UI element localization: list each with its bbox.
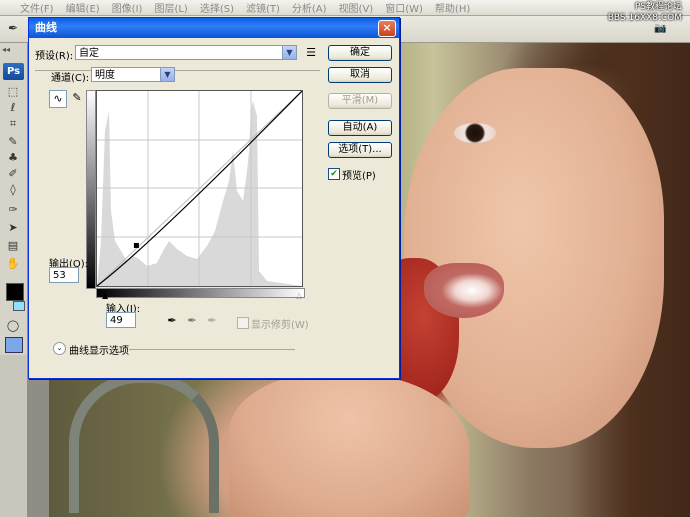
white-eyedropper-icon[interactable]: ✒ bbox=[204, 313, 220, 329]
ok-button[interactable]: 确定 bbox=[328, 45, 392, 61]
menu-select[interactable]: 选择(S) bbox=[194, 0, 240, 15]
pen-tool-icon[interactable]: ✑ bbox=[5, 203, 21, 217]
curve-graph[interactable] bbox=[96, 90, 303, 287]
white-point-slider-icon[interactable]: △ bbox=[296, 291, 302, 300]
marquee-tool-icon[interactable]: ⬚ bbox=[5, 85, 21, 99]
curve-display-options-label[interactable]: 曲线显示选项 bbox=[69, 342, 129, 357]
show-clipping-label: 显示修剪(W) bbox=[251, 320, 309, 331]
input-field[interactable]: 49 bbox=[106, 312, 136, 328]
crop-tool-icon[interactable]: ⌗ bbox=[5, 117, 21, 131]
toolbox: ◂◂ Ps ⬚ ℓ ⌗ ✎ ♣ ✐ ◊ ✑ ➤ ▤ ✋ ◯ bbox=[0, 43, 28, 355]
collapse-icon[interactable]: ◂◂ bbox=[2, 45, 10, 54]
menu-view[interactable]: 视图(V) bbox=[333, 0, 380, 15]
history-brush-icon[interactable]: ✐ bbox=[5, 167, 21, 181]
blur-tool-icon[interactable]: ◊ bbox=[5, 183, 21, 197]
menu-edit[interactable]: 编辑(E) bbox=[60, 0, 106, 15]
black-point-slider-icon[interactable]: ▲ bbox=[102, 291, 108, 300]
chevron-down-icon[interactable]: ▼ bbox=[160, 68, 174, 81]
curve-control-point[interactable] bbox=[133, 242, 139, 248]
background-color[interactable] bbox=[13, 301, 25, 311]
preview-checkbox[interactable]: ✔ bbox=[328, 168, 340, 180]
watermark-line1: PS教程论坛 bbox=[634, 2, 682, 12]
watermark-line2: BBS.16XX8.COM bbox=[607, 13, 682, 23]
gray-eyedropper-icon[interactable]: ✒ bbox=[184, 313, 200, 329]
expand-icon[interactable]: ⌄ bbox=[53, 342, 66, 355]
menu-layer[interactable]: 图层(L) bbox=[148, 0, 193, 15]
camera-icon[interactable]: 📷 bbox=[654, 23, 666, 34]
mouth-region bbox=[424, 263, 504, 318]
screen-mode-icon[interactable] bbox=[5, 337, 23, 353]
channel-value: 明度 bbox=[95, 70, 115, 81]
quick-mask-icon[interactable]: ◯ bbox=[5, 319, 21, 333]
separator bbox=[129, 349, 295, 350]
menu-file[interactable]: 文件(F) bbox=[14, 0, 60, 15]
ps-logo: Ps bbox=[3, 63, 24, 80]
eye-region bbox=[454, 123, 496, 143]
curves-dialog: 曲线 × 预设(R): 自定 ▼ ☰ 确定 取消 平滑(M) 自动(A) 选项(… bbox=[28, 17, 400, 379]
dialog-titlebar[interactable]: 曲线 × bbox=[29, 18, 399, 38]
menu-analysis[interactable]: 分析(A) bbox=[286, 0, 333, 15]
channel-label: 通道(C): bbox=[51, 73, 90, 84]
show-clipping-checkbox[interactable] bbox=[237, 317, 249, 329]
channel-select[interactable]: 明度 ▼ bbox=[91, 67, 175, 82]
eyedropper-tool-icon[interactable]: ✒ bbox=[8, 21, 18, 35]
output-field[interactable]: 53 bbox=[49, 267, 79, 283]
foreground-color[interactable] bbox=[6, 283, 24, 301]
face-region bbox=[404, 68, 664, 448]
watermark: PS教程论坛 BBS.16XX8.COM bbox=[608, 2, 682, 24]
pencil-tool-icon[interactable]: ✎ bbox=[69, 90, 85, 106]
menu-filter[interactable]: 滤镜(T) bbox=[240, 0, 286, 15]
preview-label: 预览(P) bbox=[342, 171, 376, 182]
menu-help[interactable]: 帮助(H) bbox=[429, 0, 476, 15]
dialog-title: 曲线 bbox=[35, 21, 57, 34]
notes-tool-icon[interactable]: ▤ bbox=[5, 239, 21, 253]
hand-region bbox=[229, 373, 469, 517]
preset-value: 自定 bbox=[79, 48, 99, 59]
preset-label: 预设(R): bbox=[35, 51, 74, 62]
path-select-icon[interactable]: ➤ bbox=[5, 221, 21, 235]
close-icon[interactable]: × bbox=[378, 20, 396, 37]
lasso-tool-icon[interactable]: ℓ bbox=[5, 101, 21, 115]
smooth-button[interactable]: 平滑(M) bbox=[328, 93, 392, 109]
chevron-down-icon[interactable]: ▼ bbox=[282, 46, 296, 59]
curve-point-tool-icon[interactable]: ∿ bbox=[49, 90, 67, 108]
menu-window[interactable]: 窗口(W) bbox=[379, 0, 429, 15]
auto-button[interactable]: 自动(A) bbox=[328, 120, 392, 136]
healing-brush-icon[interactable]: ✎ bbox=[5, 135, 21, 149]
stamp-tool-icon[interactable]: ♣ bbox=[5, 151, 21, 165]
left-panel-strip bbox=[0, 355, 27, 517]
curve-graph-svg bbox=[96, 90, 303, 287]
background-faucet bbox=[69, 373, 219, 513]
menu-bar: 文件(F) 编辑(E) 图像(I) 图层(L) 选择(S) 滤镜(T) 分析(A… bbox=[0, 0, 690, 16]
menu-image[interactable]: 图像(I) bbox=[106, 0, 149, 15]
preset-select[interactable]: 自定 ▼ bbox=[75, 45, 297, 60]
preset-menu-icon[interactable]: ☰ bbox=[303, 45, 319, 61]
black-eyedropper-icon[interactable]: ✒ bbox=[164, 313, 180, 329]
cancel-button[interactable]: 取消 bbox=[328, 67, 392, 83]
hand-tool-icon[interactable]: ✋ bbox=[5, 257, 21, 271]
options-button[interactable]: 选项(T)... bbox=[328, 142, 392, 158]
input-gradient-bar bbox=[96, 288, 305, 298]
